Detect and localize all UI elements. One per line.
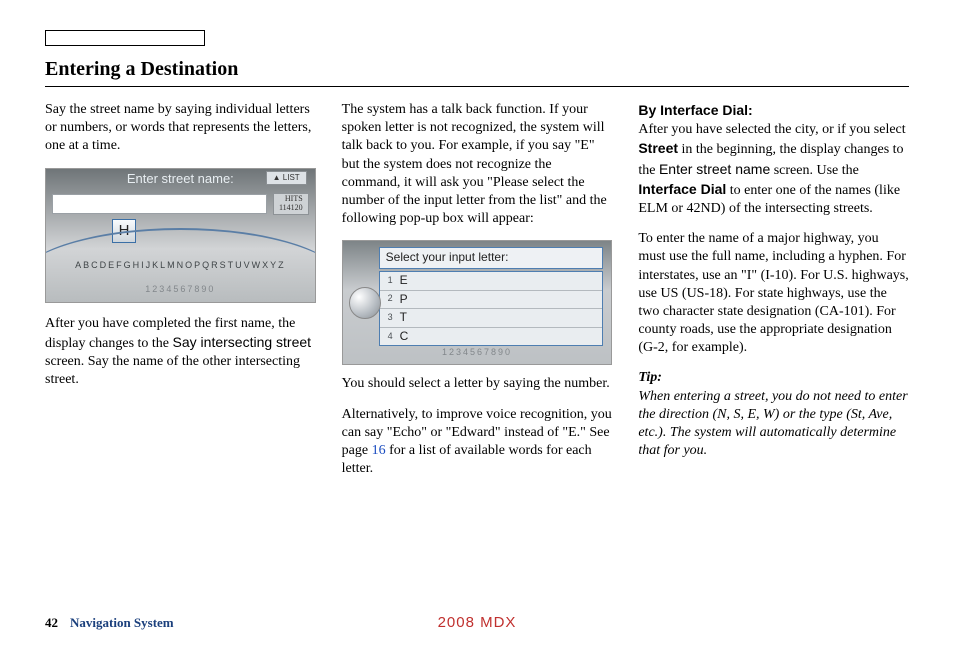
- page-number: 42: [45, 615, 58, 632]
- column-3: By Interface Dial: After you have select…: [638, 101, 909, 490]
- popup-num-3: 3: [380, 312, 398, 324]
- popup-letter-2: P: [398, 291, 410, 309]
- nav-title-text: Enter street name:: [127, 171, 234, 186]
- footer-model: 2008 MDX: [438, 613, 517, 633]
- street-input: [52, 194, 267, 214]
- alphabet-letters: ABCDEFGHIJKLMNOPQRSTUVWXYZ: [46, 260, 315, 272]
- hits-value: 114120: [279, 204, 303, 213]
- popup-header: Select your input letter:: [379, 247, 604, 269]
- tip-label: Tip:: [638, 370, 662, 385]
- col2-para1: The system has a talk back function. If …: [342, 101, 613, 228]
- column-1: Say the street name by saying individual…: [45, 101, 316, 490]
- nav-numbers: 1234567890: [46, 284, 315, 296]
- popup-letter-4: C: [398, 328, 411, 346]
- enter-street-name-label: Enter street name: [659, 161, 770, 177]
- popup-row-3: 3 T: [380, 309, 603, 328]
- popup-list: 1 E 2 P 3 T 4 C: [379, 271, 604, 346]
- column-2: The system has a talk back function. If …: [342, 101, 613, 490]
- input-row: HITS 114120: [46, 189, 315, 219]
- col2-para3: Alternatively, to improve voice recognit…: [342, 406, 613, 479]
- popup-letter-3: T: [398, 309, 409, 327]
- nav-title: Enter street name: ▲ LIST: [46, 169, 315, 190]
- interface-dial-icon: [349, 287, 381, 319]
- header-box: [45, 30, 205, 46]
- col2-para2: You should select a letter by saying the…: [342, 375, 613, 393]
- popup-row-1: 1 E: [380, 272, 603, 291]
- say-intersecting-street-label: Say intersecting street: [173, 334, 312, 350]
- col3-p1a: After you have selected the city, or if …: [638, 122, 905, 137]
- col3-para1: By Interface Dial: After you have select…: [638, 101, 909, 218]
- by-interface-dial-heading: By Interface Dial:: [638, 102, 752, 118]
- popup-row-2: 2 P: [380, 291, 603, 310]
- footer-section: Navigation System: [70, 615, 174, 632]
- col1-p2c: screen. Say the name of the other inters…: [45, 354, 300, 387]
- interface-dial-bold: Interface Dial: [638, 181, 726, 197]
- page-ref-16[interactable]: 16: [372, 443, 386, 458]
- alphabet-arc: [45, 228, 316, 284]
- col3-p1e: screen. Use the: [770, 163, 859, 178]
- enter-street-screenshot: Enter street name: ▲ LIST HITS 114120 H …: [45, 168, 316, 303]
- page-title: Entering a Destination: [45, 56, 909, 87]
- list-button: ▲ LIST: [266, 171, 307, 185]
- popup-num-2: 2: [380, 293, 398, 305]
- street-bold: Street: [638, 140, 678, 156]
- popup-num-4: 4: [380, 331, 398, 343]
- content-columns: Say the street name by saying individual…: [45, 101, 909, 490]
- col3-para2: To enter the name of a major highway, yo…: [638, 230, 909, 357]
- tip-block: Tip: When entering a street, you do not …: [638, 369, 909, 460]
- popup-num-1: 1: [380, 275, 398, 287]
- select-letter-screenshot: Select your input letter: 1 E 2 P 3 T 4 …: [342, 240, 613, 365]
- popup-row-4: 4 C: [380, 328, 603, 346]
- tip-body: When entering a street, you do not need …: [638, 389, 907, 459]
- popup-letter-1: E: [398, 272, 410, 290]
- col1-para1: Say the street name by saying individual…: [45, 101, 316, 156]
- page-footer: 42 Navigation System 2008 MDX: [45, 615, 909, 632]
- col1-para2: After you have completed the first name,…: [45, 315, 316, 390]
- popup-numbers: 1234567890: [343, 347, 612, 359]
- hits-box: HITS 114120: [273, 193, 309, 215]
